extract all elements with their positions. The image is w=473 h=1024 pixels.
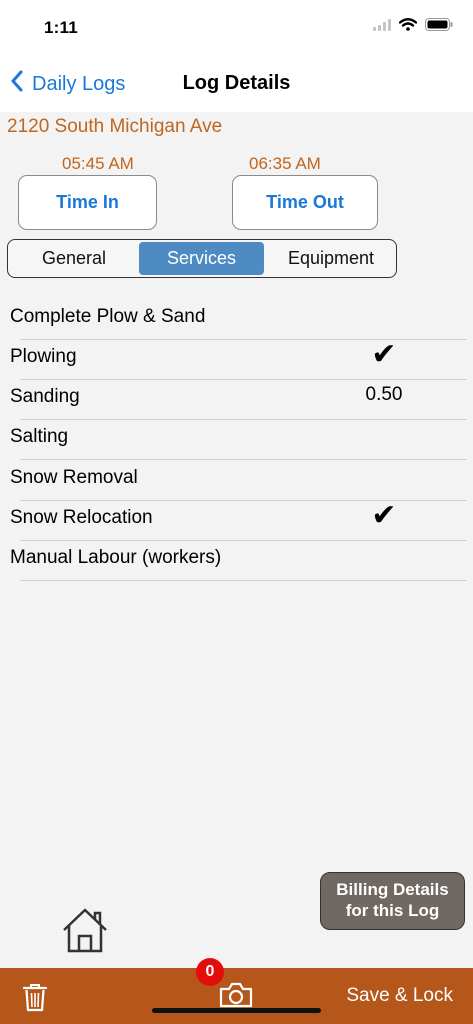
- service-label: Snow Removal: [10, 467, 138, 488]
- status-icons: [373, 18, 453, 36]
- service-label: Plowing: [10, 346, 77, 367]
- tab-equipment[interactable]: Equipment: [266, 242, 396, 275]
- wifi-icon: [398, 18, 418, 36]
- tab-services[interactable]: Services: [139, 242, 264, 275]
- service-row-plowing[interactable]: Plowing ✔: [0, 338, 473, 380]
- photo-count-badge: 0: [196, 958, 224, 986]
- bottom-toolbar: Save & Lock: [0, 968, 473, 1024]
- billing-label-line2: for this Log: [345, 901, 440, 920]
- service-label: Complete Plow & Sand: [10, 306, 206, 327]
- trash-icon[interactable]: [22, 982, 48, 1017]
- service-label: Snow Relocation: [10, 507, 153, 528]
- service-label: Manual Labour (workers): [10, 547, 222, 568]
- cellular-signal-icon: [373, 18, 391, 36]
- service-label: Salting: [10, 426, 69, 447]
- service-label: Sanding: [10, 386, 80, 407]
- billing-label-line1: Billing Details: [336, 880, 449, 899]
- billing-details-button[interactable]: Billing Details for this Log: [320, 872, 465, 930]
- row-divider: [20, 459, 467, 460]
- service-row-salting[interactable]: Salting: [0, 420, 473, 460]
- service-value: 0.50: [365, 384, 403, 405]
- checkmark-icon: ✔: [371, 499, 397, 532]
- time-in-button[interactable]: Time In: [18, 175, 157, 230]
- time-out-value: 06:35 AM: [249, 154, 321, 173]
- page-title: Log Details: [182, 72, 291, 94]
- service-row-manual-labour[interactable]: Manual Labour (workers): [0, 541, 473, 581]
- save-lock-button[interactable]: Save & Lock: [346, 985, 453, 1007]
- nav-bar: Daily Logs Log Details: [0, 56, 473, 112]
- status-bar: 1:11: [0, 0, 473, 56]
- row-divider: [20, 580, 467, 581]
- time-out-button[interactable]: Time Out: [232, 175, 378, 230]
- home-indicator: [152, 1008, 321, 1013]
- service-row-complete-plow-sand[interactable]: Complete Plow & Sand: [0, 300, 473, 340]
- site-address: 2120 South Michigan Ave: [7, 116, 223, 137]
- tab-general[interactable]: General: [10, 242, 138, 275]
- battery-icon: [425, 18, 453, 36]
- segmented-tabs: General Services Equipment: [7, 239, 397, 278]
- checkmark-icon: ✔: [371, 338, 397, 371]
- status-time: 1:11: [44, 18, 78, 37]
- time-in-value: 05:45 AM: [62, 154, 134, 173]
- service-row-sanding[interactable]: Sanding 0.50: [0, 380, 473, 420]
- home-icon[interactable]: [60, 906, 110, 959]
- service-row-snow-relocation[interactable]: Snow Relocation ✔: [0, 499, 473, 541]
- service-row-snow-removal[interactable]: Snow Removal: [0, 461, 473, 501]
